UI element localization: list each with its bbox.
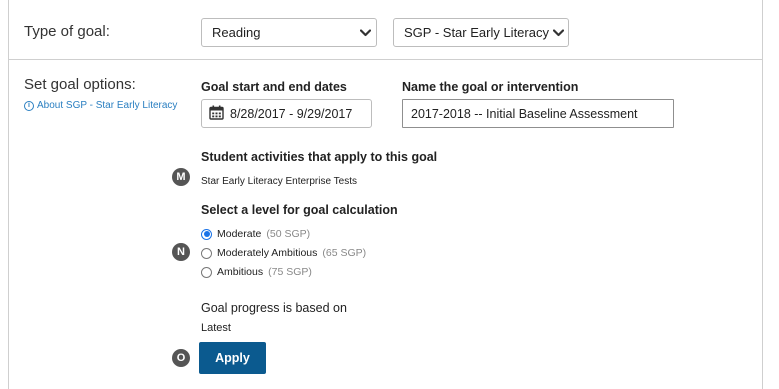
date-range-value: 8/28/2017 - 9/29/2017 (230, 106, 353, 121)
level-option-label: Moderate (217, 228, 262, 240)
chevron-down-icon (549, 28, 568, 37)
chevron-down-icon (354, 28, 376, 37)
info-icon: i (24, 100, 34, 111)
progress-title: Goal progress is based on (201, 301, 347, 315)
calendar-icon (209, 105, 224, 123)
assessment-value: SGP - Star Early Literacy (404, 25, 549, 40)
level-option-sgp: (50 SGP) (266, 228, 311, 240)
set-goal-options-label: Set goal options: (24, 76, 136, 93)
level-option-sgp: (75 SGP) (268, 266, 312, 278)
about-sgp-link-text: About SGP - Star Early Literacy (37, 100, 178, 111)
goal-subject-value: Reading (212, 25, 261, 40)
level-option-moderately-ambitious[interactable]: Moderately Ambitious (65 SGP) (201, 247, 366, 259)
goal-name-input[interactable]: 2017-2018 -- Initial Baseline Assessment (402, 99, 674, 128)
radio-button[interactable] (201, 266, 212, 278)
goal-subject-select[interactable]: Reading (201, 18, 377, 47)
radio-button[interactable] (201, 247, 212, 259)
about-sgp-link[interactable]: i About SGP - Star Early Literacy (24, 100, 177, 111)
step-badge-n: N (172, 243, 190, 261)
type-of-goal-label: Type of goal: (24, 23, 110, 40)
row-divider (8, 59, 763, 60)
level-option-sgp: (65 SGP) (322, 247, 367, 259)
level-title: Select a level for goal calculation (201, 203, 398, 217)
level-option-label: Ambitious (217, 266, 264, 278)
date-range-picker[interactable]: 8/28/2017 - 9/29/2017 (201, 99, 372, 128)
activities-title: Student activities that apply to this go… (201, 150, 438, 164)
level-option-label: Moderately Ambitious (217, 247, 318, 259)
apply-button[interactable]: Apply (199, 342, 266, 374)
assessment-select[interactable]: SGP - Star Early Literacy (393, 18, 569, 47)
level-option-ambitious[interactable]: Ambitious (75 SGP) (201, 266, 312, 278)
level-option-moderate[interactable]: Moderate (50 SGP) (201, 228, 310, 240)
step-badge-o: O (172, 349, 190, 367)
goal-name-value: 2017-2018 -- Initial Baseline Assessment (411, 106, 638, 121)
step-badge-m: M (172, 168, 190, 186)
radio-button-checked[interactable] (201, 228, 212, 240)
activities-value: Star Early Literacy Enterprise Tests (201, 176, 357, 187)
goal-name-title: Name the goal or intervention (402, 80, 579, 94)
progress-value: Latest (201, 322, 231, 334)
dates-title: Goal start and end dates (201, 80, 347, 94)
